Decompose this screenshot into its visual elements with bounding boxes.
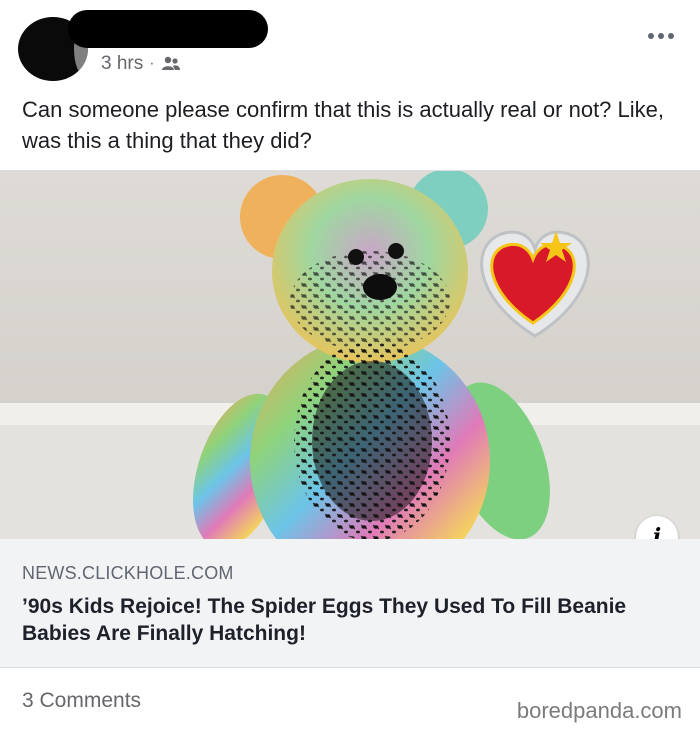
- meta-separator: ·: [149, 55, 155, 72]
- preview-image[interactable]: i: [0, 171, 700, 539]
- link-preview-footer[interactable]: NEWS.CLICKHOLE.COM ’90s Kids Rejoice! Th…: [0, 539, 700, 667]
- link-preview-card[interactable]: i NEWS.CLICKHOLE.COM ’90s Kids Rejoice! …: [0, 170, 700, 668]
- post-timestamp[interactable]: 3 hrs: [101, 53, 143, 75]
- link-domain: NEWS.CLICKHOLE.COM: [22, 563, 234, 583]
- more-dot-icon: [668, 33, 674, 39]
- friends-icon[interactable]: [161, 56, 181, 72]
- comments-count-link[interactable]: 3 Comments: [22, 689, 141, 713]
- more-options-button[interactable]: [641, 26, 681, 46]
- more-dot-icon: [648, 33, 654, 39]
- post-text: Can someone please confirm that this is …: [22, 97, 664, 153]
- beanie-bear-illustration: [0, 171, 700, 539]
- more-dot-icon: [658, 33, 664, 39]
- link-title[interactable]: ’90s Kids Rejoice! The Spider Eggs They …: [22, 593, 662, 647]
- facebook-post: 3 hrs · Can someone please confirm that …: [0, 0, 700, 731]
- post-meta: 3 hrs ·: [101, 52, 181, 76]
- redacted-author-name[interactable]: [68, 10, 268, 48]
- watermark: boredpanda.com: [516, 698, 682, 723]
